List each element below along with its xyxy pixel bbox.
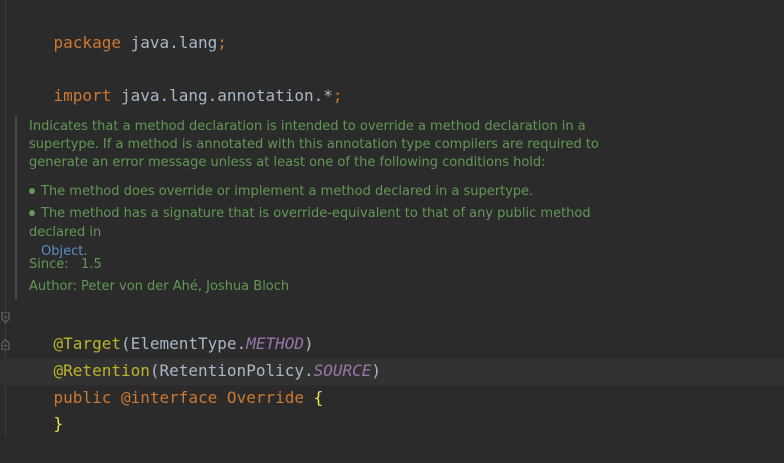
since-label: Since: — [29, 257, 69, 272]
code-line-import[interactable]: import java.lang.annotation.*; — [15, 57, 343, 105]
bullet-2-text: The method has a signature that is overr… — [29, 206, 591, 240]
bullet-icon — [29, 187, 35, 194]
javadoc-bar — [15, 116, 17, 299]
keyword-interface: @interface — [111, 388, 218, 407]
retention-args-close: ) — [371, 361, 382, 380]
javadoc-since: Since: 1.5 — [29, 256, 102, 274]
javadoc-author: Author: Peter von der Ahé, Joshua Bloch — [29, 279, 290, 294]
package-name: java.lang — [120, 33, 218, 52]
close-brace: } — [53, 414, 64, 433]
code-editor[interactable]: package java.lang; import java.lang.anno… — [0, 0, 784, 437]
keyword-import: import — [53, 86, 112, 105]
semicolon: ; — [217, 33, 227, 52]
interface-name: Override — [217, 388, 314, 407]
since-value: 1.5 — [81, 257, 102, 272]
code-line-retention[interactable]: @Retention(RetentionPolicy.SOURCE) — [15, 332, 382, 380]
javadoc-description: Indicates that a method declaration is i… — [29, 119, 599, 170]
javadoc-rendered[interactable]: Indicates that a method declaration is i… — [15, 108, 784, 301]
code-line-target[interactable]: @Target(ElementType.METHOD) — [15, 305, 314, 353]
bullet-1-text: The method does override or implement a … — [41, 184, 534, 199]
open-brace: { — [313, 388, 324, 407]
bullet-icon — [29, 209, 35, 216]
code-line-declaration[interactable]: public @interface Override { — [15, 359, 324, 407]
code-line-close[interactable]: } — [15, 385, 64, 433]
semicolon: ; — [332, 86, 343, 105]
fold-collapse-icon[interactable] — [1, 312, 10, 323]
fold-expand-icon[interactable] — [1, 339, 10, 350]
code-line-package[interactable]: package java.lang; — [15, 4, 227, 52]
javadoc-bullet-1: The method does override or implement a … — [29, 182, 649, 201]
import-name: java.lang.annotation.* — [111, 86, 333, 105]
javadoc-bullet-2: The method has a signature that is overr… — [29, 204, 649, 261]
keyword-package: package — [53, 33, 121, 52]
